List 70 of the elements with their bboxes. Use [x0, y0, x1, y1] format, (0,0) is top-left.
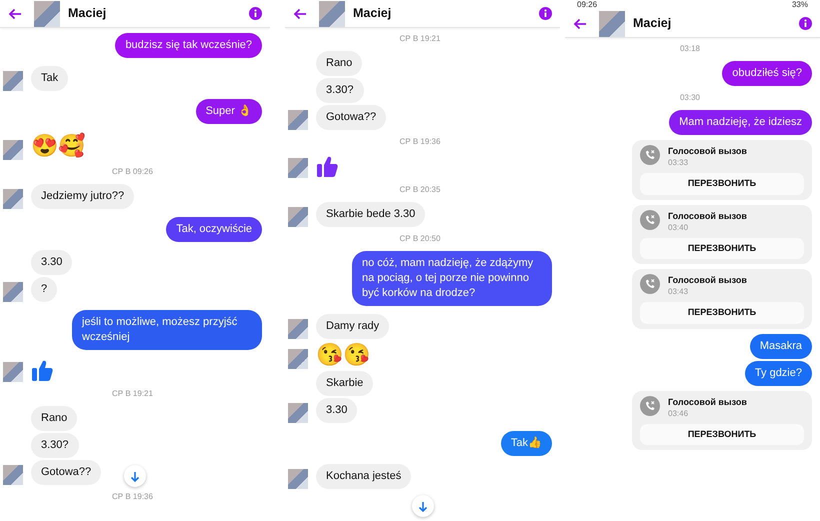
timestamp: СР В 19:36 [398, 136, 442, 148]
missed-call-icon [640, 396, 660, 416]
message-text: no cóż, mam nadzieję, że zdążymy na pociąg, o tej porze nie powinno być korków na drodze? [352, 251, 552, 306]
message-text: Gotowa?? [31, 460, 102, 485]
message-text: obudziłeś się? [722, 61, 812, 86]
message-text: Ty gdzie? [744, 360, 812, 386]
message-text: Jedziemy jutro?? [31, 184, 134, 209]
message-text: Tak [31, 66, 68, 91]
message-text: jeśli to możliwe, możesz przyjść wcześniej [72, 310, 262, 350]
info-icon[interactable] [539, 7, 552, 20]
message-text: Rano [31, 406, 78, 431]
timestamp: СР В 19:36 [111, 491, 154, 503]
back-icon[interactable] [8, 8, 22, 20]
message-text: 3.30 [31, 250, 72, 275]
avatar-placeholder [319, 0, 345, 26]
message-text: Rano [316, 51, 362, 76]
message-text: Super 👌 [196, 99, 262, 124]
contact-name: Maciej [353, 5, 392, 22]
message-text: budzisz się tak wcześnie? [115, 33, 262, 58]
message-text: 3.30 [316, 398, 358, 423]
scroll-down-button[interactable] [124, 465, 146, 487]
call-time: 03:33 [668, 157, 690, 168]
call-back-button[interactable]: ПЕРЕЗВОНИТЬ [640, 302, 804, 324]
arrow-down-icon [418, 500, 428, 513]
timestamp: СР В 19:21 [111, 388, 154, 400]
call-title: Голосовой вызов [668, 274, 747, 286]
call-time: 03:43 [668, 286, 690, 297]
timestamp: СР В 20:35 [398, 184, 442, 196]
info-icon[interactable] [249, 7, 262, 20]
back-icon[interactable] [573, 18, 587, 30]
timestamp: 03:18 [678, 43, 702, 55]
contact-name: Maciej [633, 15, 672, 32]
call-time: 03:40 [668, 222, 690, 232]
call-back-button[interactable]: ПЕРЕЗВОНИТЬ [640, 424, 804, 445]
battery-level: 33% [792, 0, 808, 10]
status-time: 09:26 [577, 0, 598, 10]
missed-call-icon [640, 210, 660, 230]
message-text: Gotowa?? [316, 105, 386, 130]
arrow-down-icon [130, 470, 140, 483]
message-text: 3.30? [31, 433, 79, 458]
avatar-placeholder [599, 10, 625, 36]
message-text: Tak👍 [500, 431, 552, 456]
timestamp: СР В 09:26 [111, 166, 154, 178]
emoji-message: 😍🥰 [31, 132, 85, 160]
missed-call-icon [640, 274, 660, 294]
timestamp: СР В 19:21 [398, 33, 442, 45]
message-text: Kochana jesteś [316, 464, 412, 489]
message-text: Skarbie [316, 371, 374, 396]
info-icon[interactable] [799, 17, 812, 30]
message-text: ? [31, 277, 58, 302]
call-title: Голосовой вызов [668, 396, 747, 408]
message-text: Damy rady [316, 314, 390, 339]
message-text: Mam nadzieję, że idziesz [669, 110, 812, 135]
scroll-down-button[interactable] [412, 495, 434, 517]
contact-name: Maciej [68, 5, 108, 22]
call-back-button[interactable]: ПЕРЕЗВОНИТЬ [640, 173, 804, 194]
call-back-button[interactable]: ПЕРЕЗВОНИТЬ [640, 238, 804, 259]
call-title: Голосовой вызов [668, 210, 747, 222]
message-text: Tak, oczywiście [166, 217, 262, 242]
missed-call-icon [640, 145, 660, 165]
back-icon[interactable] [293, 8, 307, 20]
emoji-message: 😘😘 [316, 341, 370, 369]
message-text: 3.30? [316, 78, 364, 103]
timestamp: СР В 20:50 [398, 233, 442, 245]
timestamp: 03:30 [678, 92, 702, 104]
avatar-placeholder [34, 0, 60, 26]
call-time: 03:46 [668, 408, 690, 418]
message-text: Masakra [750, 334, 812, 358]
call-title: Голосовой вызов [668, 145, 747, 157]
message-text: Skarbie bede 3.30 [316, 202, 426, 227]
